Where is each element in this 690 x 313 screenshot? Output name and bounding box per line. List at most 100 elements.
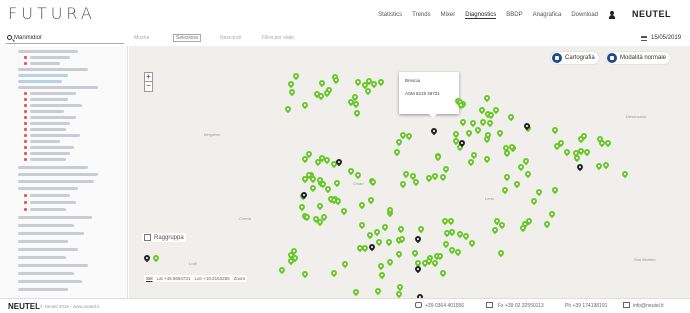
tree-item[interactable] (30, 92, 76, 95)
tree-item[interactable] (30, 98, 68, 101)
map-marker-icon[interactable] (397, 224, 406, 233)
map-marker-icon[interactable] (315, 201, 325, 210)
tree-item[interactable] (30, 104, 82, 107)
tree-item[interactable] (18, 173, 98, 176)
map-marker-icon[interactable] (324, 184, 333, 194)
map-marker-icon[interactable] (502, 173, 512, 182)
map-marker-icon[interactable] (357, 200, 367, 209)
map-marker-icon[interactable] (373, 287, 382, 296)
map-marker-icon[interactable] (284, 104, 293, 114)
map-marker-icon[interactable] (497, 248, 506, 258)
map-marker-icon[interactable] (512, 179, 522, 188)
tree-item[interactable] (18, 216, 92, 219)
tree-item[interactable] (18, 248, 78, 251)
tree-item[interactable] (18, 180, 94, 183)
map-marker-icon[interactable] (308, 183, 318, 193)
map-marker-icon[interactable] (442, 164, 451, 174)
nav-diagnostics[interactable]: Diagnostics (465, 12, 497, 19)
map-marker-icon[interactable] (385, 238, 394, 247)
map-marker-icon[interactable] (547, 209, 556, 218)
footer-phone[interactable]: +39 0364 401556 (425, 303, 464, 309)
map-marker-icon[interactable] (394, 249, 403, 259)
map-marker-icon[interactable] (354, 170, 363, 180)
map-marker-icon[interactable] (368, 178, 377, 187)
alarm-marker-icon[interactable] (575, 162, 585, 172)
tree-item[interactable] (18, 240, 68, 243)
map-marker-icon[interactable] (529, 196, 538, 205)
normal-mode-button[interactable]: Modalità normale (606, 52, 671, 64)
map-marker-icon[interactable] (464, 128, 474, 137)
footer-fax[interactable]: Fx +39 02 32550113 (498, 303, 544, 309)
tree-item[interactable] (18, 264, 88, 267)
map-marker-icon[interactable] (458, 118, 468, 127)
map-marker-icon[interactable] (374, 237, 384, 247)
footer-email[interactable]: info@neutel.it (633, 303, 664, 309)
tree-item[interactable] (30, 194, 70, 197)
tree-item[interactable] (18, 280, 82, 283)
map-marker-icon[interactable] (507, 112, 516, 122)
cartography-button[interactable]: Cartografia (551, 52, 599, 64)
tree-item[interactable] (30, 158, 66, 161)
map-marker-icon[interactable] (446, 216, 456, 226)
map-view[interactable]: + − Cartografia Modalità normale Bergamo… (129, 46, 690, 298)
map-marker-icon[interactable] (500, 185, 510, 195)
map-marker-icon[interactable] (380, 222, 390, 231)
map-marker-icon[interactable] (563, 148, 572, 157)
map-marker-icon[interactable] (291, 71, 301, 81)
alarm-marker-icon[interactable] (413, 264, 423, 274)
map-marker-icon[interactable] (524, 169, 533, 179)
map-marker-icon[interactable] (453, 247, 462, 257)
app-logo[interactable]: FUTURA (8, 4, 96, 23)
nav-mixer[interactable]: Mixer (441, 12, 456, 19)
map-marker-icon[interactable] (551, 126, 560, 135)
map-marker-icon[interactable] (495, 128, 505, 138)
map-marker-icon[interactable] (378, 270, 387, 280)
map-marker-icon[interactable] (399, 179, 408, 188)
tree-item[interactable] (30, 110, 64, 113)
map-marker-icon[interactable] (473, 126, 483, 135)
map-marker-icon[interactable] (385, 257, 395, 266)
map-marker-icon[interactable] (479, 118, 488, 127)
map-marker-icon[interactable] (352, 108, 362, 118)
map-marker-icon[interactable] (339, 206, 349, 216)
map-marker-icon[interactable] (376, 261, 386, 271)
tab-select[interactable]: Seleziona (173, 34, 201, 42)
tree-item[interactable] (18, 288, 68, 291)
sidebar-tree[interactable] (0, 46, 128, 298)
tree-item[interactable] (18, 272, 74, 275)
tree-item[interactable] (30, 62, 60, 65)
map-marker-icon[interactable] (482, 94, 492, 103)
map-marker-icon[interactable] (551, 185, 560, 194)
tree-item[interactable] (18, 166, 88, 169)
search-input[interactable] (6, 33, 124, 44)
map-marker-icon[interactable] (490, 225, 500, 234)
tree-item[interactable] (30, 56, 70, 59)
tree-item[interactable] (18, 50, 78, 53)
tree-item[interactable] (30, 146, 74, 149)
nav-bbdp[interactable]: BBDP (506, 12, 522, 19)
map-marker-icon[interactable] (542, 220, 552, 229)
map-marker-icon[interactable] (357, 220, 367, 230)
calendar-icon[interactable] (641, 36, 647, 41)
tree-item[interactable] (30, 122, 70, 125)
map-marker-icon[interactable] (516, 162, 525, 172)
map-marker-icon[interactable] (351, 288, 361, 297)
footer-mobile[interactable]: Ph +39 174198191 (565, 303, 607, 309)
map-marker-icon[interactable] (329, 269, 338, 278)
tree-item[interactable] (30, 208, 66, 211)
map-marker-icon[interactable] (300, 269, 309, 278)
map-marker-icon[interactable] (482, 155, 492, 164)
map-marker-icon[interactable] (438, 173, 448, 182)
alarm-marker-icon[interactable] (367, 242, 377, 252)
map-marker-icon[interactable] (603, 138, 613, 148)
regroup-toggle[interactable]: Raggruppa (142, 233, 186, 242)
map-marker-icon[interactable] (416, 224, 425, 234)
regroup-checkbox[interactable] (144, 234, 151, 241)
tab-filter-state[interactable]: Filtra per stato (262, 35, 294, 41)
map-marker-icon[interactable] (572, 154, 582, 163)
map-marker-icon[interactable] (341, 259, 350, 269)
map-marker-icon[interactable] (277, 265, 286, 275)
tab-show[interactable]: Mostra (134, 35, 149, 41)
map-marker-icon[interactable] (300, 101, 309, 110)
tree-item[interactable] (30, 134, 80, 137)
